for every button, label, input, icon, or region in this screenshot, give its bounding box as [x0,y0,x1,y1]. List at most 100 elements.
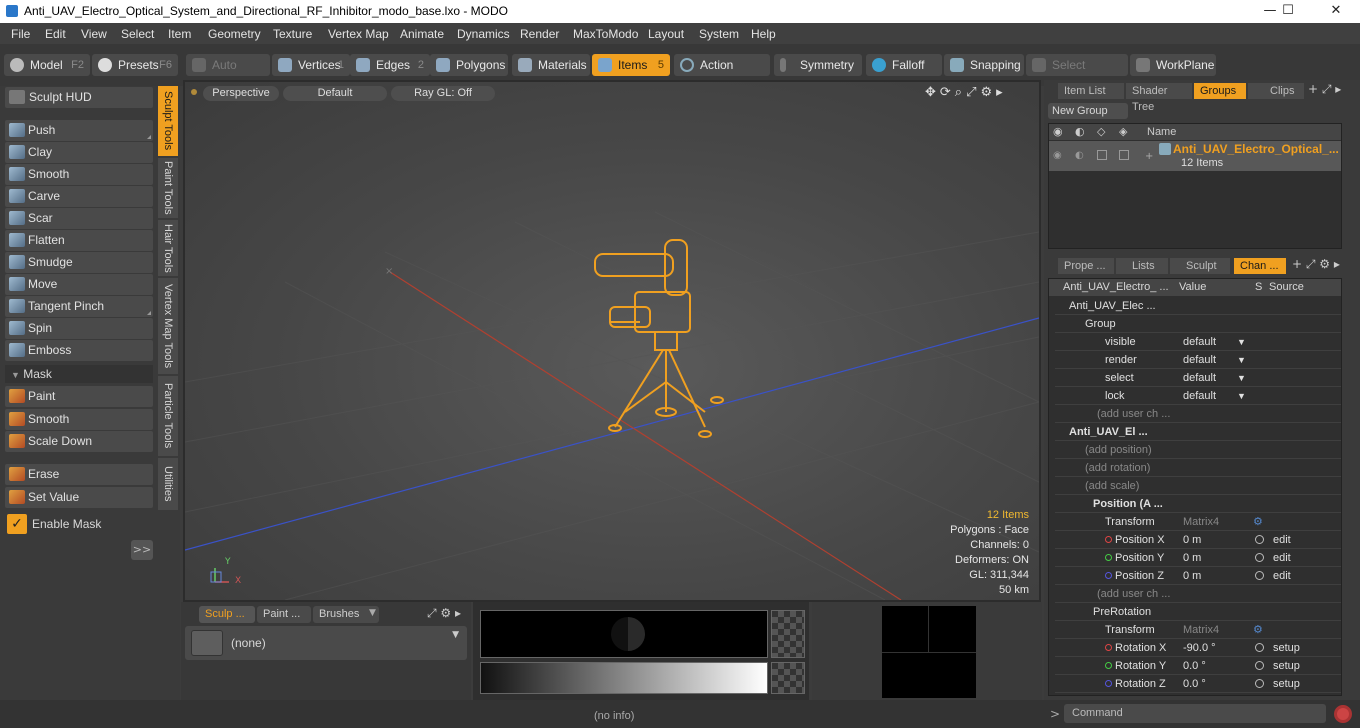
menu-layout[interactable]: Layout [648,27,684,41]
menu-file[interactable]: File [11,27,30,41]
menu-animate[interactable]: Animate [400,27,444,41]
action-center-button[interactable]: Action Center [674,54,770,94]
menu-geometry[interactable]: Geometry [208,27,261,41]
tool-tangent-pinch[interactable]: Tangent Pinch [5,296,153,317]
channel-row[interactable]: select default ▼ [1055,369,1341,387]
channel-value[interactable]: default [1183,369,1216,387]
menu-texture[interactable]: Texture [273,27,312,41]
menu-edit[interactable]: Edit [45,27,66,41]
dropdown-arrow-icon[interactable]: ▼ [1237,351,1246,369]
keyframe-dot-icon[interactable] [1105,662,1112,669]
mask-smooth[interactable]: Smooth [5,409,153,430]
tab-groups[interactable]: Groups [1194,83,1246,99]
dropdown-arrow-icon[interactable]: ▼ [1237,369,1246,387]
channel-row[interactable]: Position Y 0 m edit [1055,549,1341,567]
render-column-icon[interactable]: ◐ [1075,125,1085,138]
tab-clips[interactable]: Clips [1248,83,1304,99]
tab-sculpt-tools[interactable]: Sculpt Tools [158,86,178,156]
keyframe-dot-icon[interactable] [1105,644,1112,651]
3d-viewport[interactable]: Perspective Default Ray GL: Off ✥⟳⌕⤢⚙▸ ×… [183,80,1041,602]
mask-set-value[interactable]: Set Value [5,487,153,508]
channel-row[interactable]: (add user ch ... [1055,585,1341,603]
tab-channels[interactable]: Chan ... [1234,258,1286,274]
channel-value[interactable]: default [1183,351,1216,369]
tab-hair-tools[interactable]: Hair Tools [158,220,178,276]
channel-row[interactable]: (add position) [1055,441,1341,459]
menu-view[interactable]: View [81,27,107,41]
maximize-button[interactable]: ☐ [1268,2,1308,20]
keyframe-dot-icon[interactable] [1105,536,1112,543]
dropdown-arrow-icon[interactable]: ▼ [1237,333,1246,351]
channel-value[interactable]: default [1183,333,1216,351]
falloff-button[interactable]: Falloff [866,54,942,76]
source-radio[interactable] [1255,643,1264,652]
channel-row[interactable]: PreRotation [1055,603,1341,621]
panel-controls-icon[interactable]: + ⤢ ▸ [1308,82,1341,97]
lock-checkbox[interactable] [1097,150,1107,160]
group-row[interactable]: ◉ ◐ + Anti_UAV_Electro_Optical_... 12 It… [1049,141,1341,171]
tab-lists[interactable]: Lists [1116,258,1168,274]
tab-sculpt[interactable]: Sculpt [1170,258,1230,274]
channels-panel-controls-icon[interactable]: + ⤢ ⚙ ▸ [1292,257,1340,272]
workplane-button[interactable]: WorkPlane [1130,54,1216,76]
edges-button[interactable]: Edges 2 [350,54,430,76]
mask-scale-down[interactable]: Scale Down [5,431,153,452]
lock-column-icon[interactable]: ◇ [1097,125,1105,138]
channel-row[interactable]: Position (A ... [1055,495,1341,513]
menu-system[interactable]: System [699,27,739,41]
tool-smudge[interactable]: Smudge [5,252,153,273]
tool-carve[interactable]: Carve [5,186,153,207]
brush-selector[interactable]: (none) ▼ [185,626,467,660]
channel-row[interactable]: Group [1055,315,1341,333]
source-radio[interactable] [1255,679,1264,688]
vertices-button[interactable]: Vertices 1 [272,54,350,76]
select-through-button[interactable]: Select Through [1026,54,1128,94]
menu-dynamics[interactable]: Dynamics [457,27,510,41]
menu-select[interactable]: Select [121,27,154,41]
menu-render[interactable]: Render [520,27,559,41]
expand-plus-icon[interactable]: + [1145,151,1153,162]
channel-value[interactable]: 0 m [1183,549,1201,567]
tab-properties[interactable]: Prope ... [1058,258,1114,274]
channel-row[interactable]: Anti_UAV_Elec ... [1055,297,1341,315]
value-gradient[interactable] [480,662,768,694]
tool-clay[interactable]: Clay [5,142,153,163]
mask-erase[interactable]: Erase [5,464,153,485]
menu-item[interactable]: Item [168,27,191,41]
source-radio[interactable] [1255,553,1264,562]
tab-paint-tools[interactable]: Paint Tools [158,158,178,218]
eye-icon[interactable]: ◉ [1053,150,1062,161]
panel-options-icon[interactable]: ⤢ ⚙ ▸ [427,606,461,621]
tool-smooth[interactable]: Smooth [5,164,153,185]
menu-maxtomodo[interactable]: MaxToModo [573,27,638,41]
channel-row[interactable]: visible default ▼ [1055,333,1341,351]
channel-value[interactable]: -90.0 ° [1183,639,1216,657]
alpha-swatch[interactable] [771,610,805,658]
channel-value[interactable]: Matrix4 [1183,621,1219,639]
symmetry-button[interactable]: Symmetry [774,54,862,76]
channel-row[interactable]: Rotation X -90.0 ° setup [1055,639,1341,657]
record-button[interactable] [1334,705,1352,723]
select-checkbox[interactable] [1119,150,1129,160]
sculpt-hud-button[interactable]: Sculpt HUD [5,87,153,108]
presets-button[interactable]: Presets F6 [92,54,178,76]
tool-move[interactable]: Move [5,274,153,295]
channel-row[interactable]: Transform Matrix4 ⚙ [1055,621,1341,639]
source-radio[interactable] [1255,535,1264,544]
tool-flatten[interactable]: Flatten [5,230,153,251]
expand-button[interactable]: >> [131,540,153,560]
tab-utilities[interactable]: Utilities [158,458,178,510]
dropdown-arrow-icon[interactable]: ▼ [1237,387,1246,405]
mask-section-header[interactable]: ▼ Mask [5,365,153,383]
auto-select-button[interactable]: Auto Select [186,54,270,94]
new-group-button[interactable]: New Group [1048,103,1128,119]
channel-value[interactable]: 0.0 ° [1183,675,1206,693]
visibility-column-icon[interactable]: ◉ [1053,125,1063,138]
tab-sculpt-brush[interactable]: Sculp ... [199,606,255,623]
snapping-button[interactable]: Snapping [944,54,1024,76]
menu-vertex-map[interactable]: Vertex Map [328,27,389,41]
channel-value[interactable]: 0 m [1183,567,1201,585]
tab-item-list[interactable]: Item List [1058,83,1124,99]
source-radio[interactable] [1255,661,1264,670]
command-input[interactable]: Command [1064,704,1326,723]
